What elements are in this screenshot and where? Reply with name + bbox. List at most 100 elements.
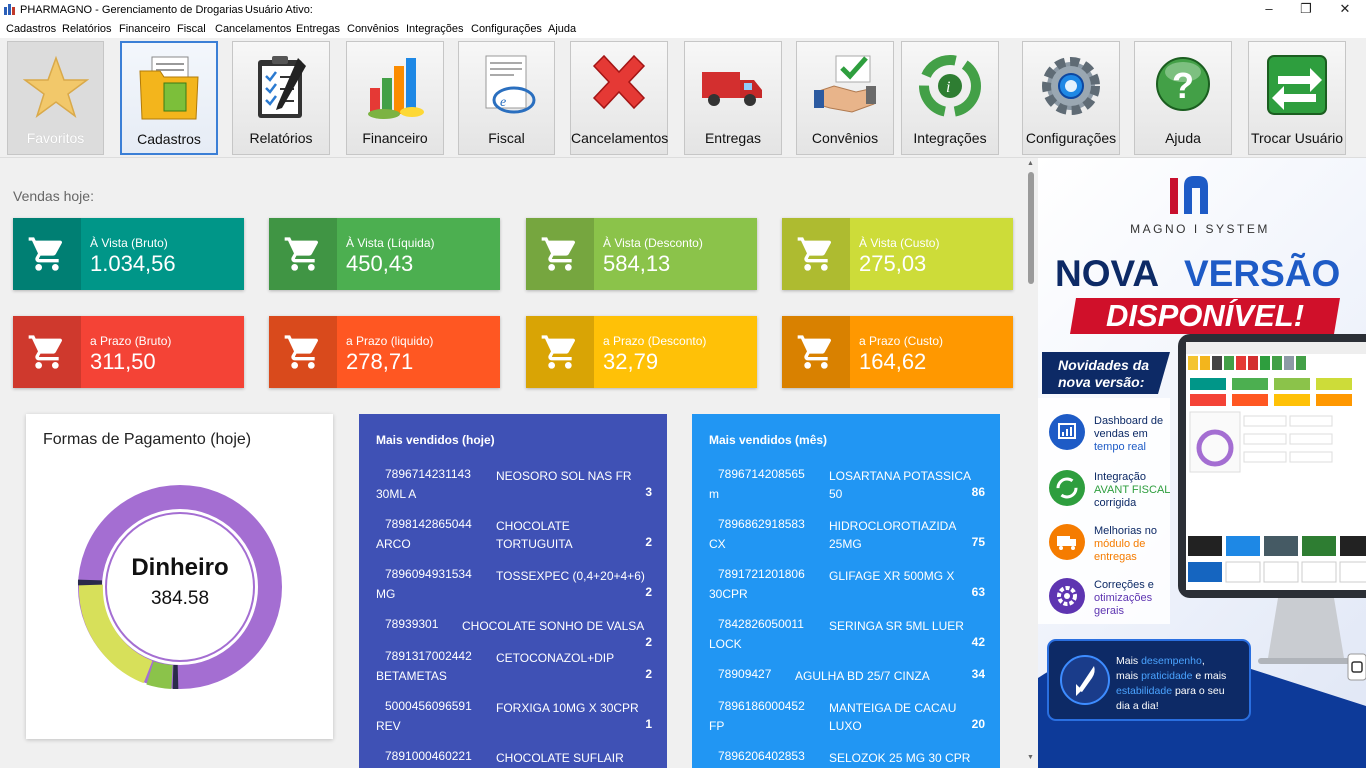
card-aprazo-liquido: a Prazo (liquido) 278,71 bbox=[269, 316, 500, 388]
payments-panel: Formas de Pagamento (hoje) Dinheiro 384.… bbox=[26, 414, 333, 739]
scroll-down-icon[interactable]: ▼ bbox=[1027, 754, 1034, 761]
vertical-scrollbar[interactable]: ▲ ▼ bbox=[1025, 158, 1038, 768]
scroll-thumb[interactable] bbox=[1028, 172, 1034, 284]
payments-donut bbox=[77, 485, 282, 690]
menu-convenios[interactable]: Convênios bbox=[347, 23, 399, 35]
list-item[interactable]: 5000456096591 FORXIGA 10MG X 30CPR REV 1 bbox=[376, 699, 652, 735]
menu-ajuda[interactable]: Ajuda bbox=[548, 23, 576, 35]
list-item[interactable]: 7898142865044 CHOCOLATE TORTUGUITA ARCO 2 bbox=[376, 517, 652, 553]
menu-relatorios[interactable]: Relatórios bbox=[62, 23, 112, 35]
svg-text:i: i bbox=[946, 79, 950, 96]
list-item[interactable]: 7842826050011 SERINGA SR 5ML LUER LOCK 42 bbox=[709, 617, 985, 653]
app-icon bbox=[4, 4, 15, 15]
cart-icon bbox=[541, 335, 576, 369]
sales-heading: Vendas hoje: bbox=[13, 188, 94, 204]
toolbar: Favoritos Cadastros Relatórios Financeir… bbox=[0, 38, 1366, 158]
handshake-icon bbox=[814, 55, 876, 113]
window-title: PHARMAGNO - Gerenciamento de Drogarias bbox=[20, 4, 244, 16]
cart-icon bbox=[28, 237, 63, 271]
svg-text:gerais: gerais bbox=[1094, 605, 1124, 617]
list-item[interactable]: 7896714231143 NEOSORO SOL NAS FR 30ML A3 bbox=[376, 467, 652, 503]
configuracoes-button[interactable]: Configurações bbox=[1022, 41, 1120, 155]
svg-text:Dashboard de: Dashboard de bbox=[1094, 415, 1163, 427]
card-avista-liquida: À Vista (Líquida) 450,43 bbox=[269, 218, 500, 290]
switch-arrows-icon bbox=[1267, 55, 1327, 115]
card-aprazo-custo: a Prazo (Custo) 164,62 bbox=[782, 316, 1013, 388]
banner-graphic: MAGNO I SYSTEM NOVA VERSÃO DISPONÍVEL! N… bbox=[1038, 176, 1366, 768]
headline-versao: VERSÃO bbox=[1184, 252, 1340, 294]
card-avista-custo: À Vista (Custo) 275,03 bbox=[782, 218, 1013, 290]
document-nfe-icon: e bbox=[485, 55, 535, 114]
list-item[interactable]: 7896714208565 LOSARTANA POTASSICA 50 m 86 bbox=[709, 467, 985, 503]
svg-text:Mais desempenho,: Mais desempenho, bbox=[1116, 655, 1205, 667]
card-avista-bruto: À Vista (Bruto) 1.034,56 bbox=[13, 218, 244, 290]
payments-title: Formas de Pagamento (hoje) bbox=[43, 431, 252, 448]
title-bar: PHARMAGNO - Gerenciamento de Drogarias U… bbox=[0, 0, 1366, 20]
list-item[interactable]: 7896094931534 TOSSEXPEC (0,4+20+4+6) MG 2 bbox=[376, 567, 652, 603]
monitor-mockup bbox=[1178, 334, 1366, 664]
list-item[interactable]: 78939301 CHOCOLATE SONHO DE VALSA 2 bbox=[376, 617, 652, 653]
promo-banner[interactable]: MAGNO I SYSTEM NOVA VERSÃO DISPONÍVEL! N… bbox=[1038, 158, 1366, 768]
svg-text:AVANT FISCAL: AVANT FISCAL bbox=[1094, 484, 1170, 496]
financeiro-button[interactable]: Financeiro bbox=[346, 41, 444, 155]
star-icon bbox=[22, 55, 89, 118]
relatorios-button[interactable]: Relatórios bbox=[232, 41, 330, 155]
headline-nova: NOVA bbox=[1055, 253, 1159, 294]
fiscal-button[interactable]: e Fiscal bbox=[458, 41, 555, 155]
menu-financeiro[interactable]: Financeiro bbox=[119, 23, 170, 35]
donut-center-label: Dinheiro bbox=[131, 554, 229, 581]
card-aprazo-bruto: a Prazo (Bruto) 311,50 bbox=[13, 316, 244, 388]
recycle-icon: i bbox=[919, 55, 981, 117]
cancelamentos-button[interactable]: Cancelamentos bbox=[570, 41, 668, 155]
help-icon: ? bbox=[1156, 57, 1210, 111]
donut-slice-3[interactable] bbox=[146, 661, 174, 689]
svg-text:e: e bbox=[500, 95, 506, 110]
top-month-panel: Mais vendidos (mês) 7896714208565 LOSARTA… bbox=[692, 414, 1000, 768]
clipboard-icon bbox=[258, 56, 306, 118]
svg-text:módulo de: módulo de bbox=[1094, 538, 1145, 550]
card-avista-desconto: À Vista (Desconto) 584,13 bbox=[526, 218, 757, 290]
scroll-up-icon[interactable]: ▲ bbox=[1027, 160, 1034, 167]
cart-icon bbox=[28, 335, 63, 369]
trocar-usuario-button[interactable]: Trocar Usuário bbox=[1248, 41, 1346, 155]
list-item[interactable]: 7891000460221 CHOCOLATE SUFLAIR bbox=[376, 749, 652, 768]
news-heading-line1: Novidades da bbox=[1058, 357, 1149, 373]
favoritos-button[interactable]: Favoritos bbox=[7, 41, 104, 155]
cadastros-button[interactable]: Cadastros bbox=[120, 41, 218, 155]
menu-bar: Cadastros Relatórios Financeiro Fiscal C… bbox=[0, 20, 1366, 38]
dashboard: Vendas hoje: À Vista (Bruto) 1.034,56 À … bbox=[0, 158, 1038, 768]
menu-configuracoes[interactable]: Configurações bbox=[471, 23, 542, 35]
menu-cancelamentos[interactable]: Cancelamentos bbox=[215, 23, 291, 35]
list-item[interactable]: 7896862918583 HIDROCLOROTIAZIDA 25MG CX 75 bbox=[709, 517, 985, 553]
cart-icon bbox=[284, 237, 319, 271]
menu-integracoes[interactable]: Integrações bbox=[406, 23, 463, 35]
top-today-title: Mais vendidos (hoje) bbox=[376, 433, 495, 447]
menu-entregas[interactable]: Entregas bbox=[296, 23, 340, 35]
svg-text:tempo real: tempo real bbox=[1094, 441, 1146, 453]
list-item[interactable]: 7891317002442 CETOCONAZOL+DIP BETAMETAS 2 bbox=[376, 649, 652, 685]
svg-text:dia a dia!: dia a dia! bbox=[1116, 700, 1159, 712]
svg-text:vendas em: vendas em bbox=[1094, 428, 1148, 440]
list-item[interactable]: 7891721201806 GLIFAGE XR 500MG X 30CPR 63 bbox=[709, 567, 985, 603]
cart-icon bbox=[284, 335, 319, 369]
list-item[interactable]: 7896206402853 SELOZOK 25 MG 30 CPR bbox=[709, 749, 985, 768]
svg-text:Integração: Integração bbox=[1094, 471, 1146, 483]
svg-text:Melhorias no: Melhorias no bbox=[1094, 525, 1157, 537]
convenios-button[interactable]: Convênios bbox=[796, 41, 894, 155]
close-icon[interactable]: ✕ bbox=[1322, 0, 1366, 20]
top-month-title: Mais vendidos (mês) bbox=[709, 433, 828, 447]
menu-fiscal[interactable]: Fiscal bbox=[177, 23, 206, 35]
svg-text:entregas: entregas bbox=[1094, 551, 1137, 563]
list-item[interactable]: 78909427 AGULHA BD 25/7 CINZA 34 bbox=[709, 667, 985, 703]
magno-logo-icon bbox=[1170, 176, 1208, 214]
active-user-label: Usuário Ativo: bbox=[245, 4, 313, 16]
headline-disponivel: DISPONÍVEL! bbox=[1106, 298, 1304, 333]
entregas-button[interactable]: Entregas bbox=[684, 41, 782, 155]
chart-bars-icon bbox=[368, 58, 424, 119]
top-today-panel: Mais vendidos (hoje) 7896714231143 NEOSOR… bbox=[359, 414, 667, 768]
list-item[interactable]: 7896186000452 MANTEIGA DE CACAU LUXO FP 20 bbox=[709, 699, 985, 735]
integracoes-button[interactable]: i Integrações bbox=[901, 41, 999, 155]
menu-cadastros[interactable]: Cadastros bbox=[6, 23, 56, 35]
svg-text:mais praticidade e mais: mais praticidade e mais bbox=[1116, 670, 1226, 682]
ajuda-button[interactable]: ? Ajuda bbox=[1134, 41, 1232, 155]
